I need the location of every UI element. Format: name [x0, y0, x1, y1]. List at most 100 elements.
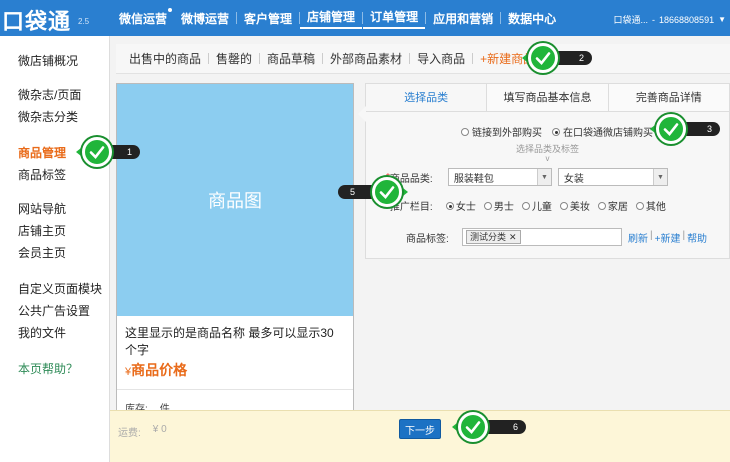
product-image-label: 商品图: [208, 191, 262, 211]
nav-store[interactable]: 店铺管理: [300, 8, 363, 29]
notification-dot-icon: [167, 6, 174, 13]
radio-beauty[interactable]: 美妆: [559, 198, 590, 213]
tab-import[interactable]: 导入商品: [410, 50, 472, 67]
category-select[interactable]: 服装鞋包 ▼: [447, 168, 552, 186]
sidebar-item-product-tags[interactable]: 商品标签: [18, 164, 66, 186]
next-step-button[interactable]: 下一步: [399, 419, 441, 439]
sidebar-group-help: 本页帮助？: [18, 358, 78, 380]
column-radios: 女士 男士 儿童 美妆 家居 其他: [445, 198, 666, 213]
radio-kids[interactable]: 儿童: [521, 198, 552, 213]
radio-icon: [483, 201, 492, 210]
step-tab-details[interactable]: 完善商品详情: [608, 84, 729, 111]
step-tab-choose-category[interactable]: 选择品类: [366, 84, 488, 111]
radio-women[interactable]: 女士: [445, 198, 476, 213]
product-price-preview: ¥商品价格: [125, 362, 188, 378]
radio-store-purchase[interactable]: 在口袋通微店铺购买: [552, 124, 653, 139]
product-image-placeholder: 商品图: [117, 84, 353, 316]
sidebar-item-magazine-categories[interactable]: 微杂志分类: [18, 106, 81, 128]
step-tab-basic-info[interactable]: 填写商品基本信息: [487, 84, 609, 111]
help-link[interactable]: 帮助: [687, 230, 707, 245]
tag-chip: 测试分类 ✕: [466, 230, 521, 244]
sidebar-item-member-home[interactable]: 会员主页: [18, 242, 66, 264]
sidebar-group-magazine: 微杂志/页面 微杂志分类: [18, 84, 81, 128]
radio-men[interactable]: 男士: [483, 198, 514, 213]
checkmark-icon: [372, 177, 402, 207]
tag-label: 商品标签:: [406, 233, 449, 245]
top-nav-bar: 口袋通 2.5 微信运营 微博运营 客户管理 店铺管理 订单管理 应用和营销 数…: [0, 0, 730, 36]
account-phone: 18668808591: [659, 14, 715, 25]
product-form-panel: 选择品类 填写商品基本信息 完善商品详情 链接到外部购买 在口袋通微店铺购买 选…: [358, 83, 730, 259]
radio-other[interactable]: 其他: [635, 198, 666, 213]
sidebar-item-public-ads[interactable]: 公共广告设置: [18, 300, 102, 322]
callout-6: 6: [452, 412, 526, 442]
remove-tag-icon[interactable]: ✕: [509, 231, 517, 243]
product-subtabs: 出售中的商品 售罄的 商品草稿 外部商品素材 导入商品 +新建商品: [116, 44, 730, 74]
radio-home[interactable]: 家居: [597, 198, 628, 213]
link-divider: |: [682, 229, 686, 241]
callout-5: 5: [338, 177, 408, 207]
subcategory-select[interactable]: 女装 ▼: [557, 168, 668, 186]
sidebar-item-site-nav[interactable]: 网站导航: [18, 198, 66, 220]
account-name: 口袋通...: [613, 15, 649, 25]
tab-on-sale[interactable]: 出售中的商品: [122, 50, 208, 67]
sidebar-group-overview: 微店铺概况: [18, 50, 78, 72]
checkmark-icon: [656, 114, 686, 144]
callout-2: 2: [522, 43, 592, 73]
tag-row: 商品标签: 测试分类 ✕ 刷新 | +新建 | 帮助: [406, 228, 707, 246]
sidebar-item-store-home[interactable]: 店铺主页: [18, 220, 66, 242]
purchase-source-radios: 链接到外部购买 在口袋通微店铺购买: [461, 124, 653, 139]
sidebar-item-product-management[interactable]: 商品管理: [18, 142, 66, 164]
section-title: 选择品类及标签 v: [366, 142, 729, 163]
tag-input[interactable]: 测试分类 ✕: [462, 228, 622, 246]
chevron-down-icon: ▼: [718, 15, 726, 24]
link-divider: |: [650, 229, 653, 241]
radio-checked-icon: [552, 127, 560, 136]
top-nav: 微信运营 微博运营 客户管理 店铺管理 订单管理 应用和营销 数据中心: [112, 0, 563, 36]
new-tag-link[interactable]: +新建: [655, 230, 681, 245]
nav-data[interactable]: 数据中心: [501, 10, 563, 27]
account-menu[interactable]: 口袋通... - 18668808591 ▼: [614, 13, 727, 26]
sidebar-item-my-files[interactable]: 我的文件: [18, 322, 102, 344]
sidebar-group-site: 网站导航 店铺主页 会员主页: [18, 198, 66, 264]
brand-logo[interactable]: 口袋通: [2, 4, 71, 36]
freight-preview: 运费: ¥ 0: [118, 424, 167, 439]
chevron-down-icon: ▼: [536, 169, 551, 185]
radio-icon: [635, 201, 644, 210]
brand-version: 2.5: [78, 17, 90, 26]
nav-marketing[interactable]: 应用和营销: [426, 10, 500, 27]
checkmark-icon: [458, 412, 488, 442]
chevron-down-icon: v: [545, 154, 550, 163]
nav-wechat[interactable]: 微信运营: [112, 6, 174, 27]
product-name-preview: 这里显示的是商品名称 最多可以显示30个字: [125, 326, 334, 357]
radio-icon: [597, 201, 606, 210]
tag-actions: 刷新 | +新建 | 帮助: [628, 230, 707, 245]
sidebar-item-help[interactable]: 本页帮助？: [18, 358, 78, 380]
refresh-link[interactable]: 刷新: [628, 230, 648, 245]
main-content: 出售中的商品 售罄的 商品草稿 外部商品素材 导入商品 +新建商品 商品图 这里…: [110, 36, 730, 462]
divider: [117, 389, 353, 390]
radio-external-purchase[interactable]: 链接到外部购买: [461, 124, 542, 139]
radio-checked-icon: [445, 201, 454, 210]
sidebar: 微店铺概况 微杂志/页面 微杂志分类 商品管理 商品标签 网站导航 店铺主页 会…: [0, 36, 110, 462]
tab-drafts[interactable]: 商品草稿: [260, 50, 322, 67]
checkmark-icon: [528, 43, 558, 73]
nav-orders[interactable]: 订单管理: [363, 8, 426, 29]
sidebar-item-magazine-pages[interactable]: 微杂志/页面: [18, 84, 81, 106]
column-row: * 推广栏目: 女士 男士 儿童 美妆 家居 其他: [386, 198, 666, 213]
radio-icon: [521, 201, 530, 210]
account-divider: -: [652, 14, 656, 25]
radio-icon: [559, 201, 568, 210]
radio-icon: [461, 127, 469, 136]
callout-1: 1: [76, 137, 140, 167]
nav-weibo[interactable]: 微博运营: [174, 10, 236, 27]
nav-customers[interactable]: 客户管理: [237, 10, 299, 27]
tab-sold-out[interactable]: 售罄的: [209, 50, 259, 67]
checkmark-icon: [82, 137, 112, 167]
step-tabs: 选择品类 填写商品基本信息 完善商品详情: [366, 84, 729, 112]
sidebar-group-custom: 自定义页面模块 公共广告设置 我的文件: [18, 278, 102, 344]
sidebar-item-custom-modules[interactable]: 自定义页面模块: [18, 278, 102, 300]
sidebar-item-overview[interactable]: 微店铺概况: [18, 50, 78, 72]
tab-external-material[interactable]: 外部商品素材: [323, 50, 409, 67]
footer-action-bar: 运费: ¥ 0 下一步: [110, 410, 730, 462]
sidebar-group-products: 商品管理 商品标签: [18, 142, 66, 186]
